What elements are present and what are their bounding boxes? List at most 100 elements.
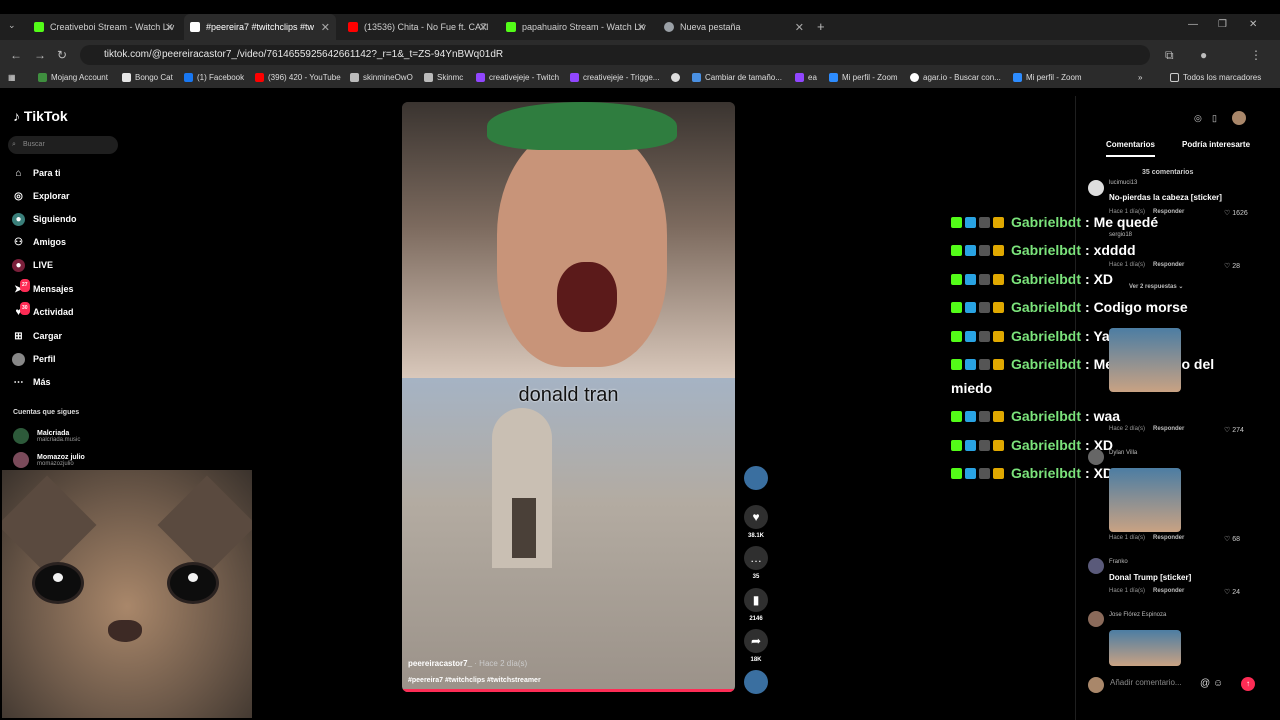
close-icon[interactable]: ✕ xyxy=(637,21,646,34)
reply-button[interactable]: Responder xyxy=(1153,262,1184,268)
comment-like[interactable]: ♡ 274 xyxy=(1224,426,1244,434)
comment-user[interactable]: Dylan Villa xyxy=(1109,450,1137,456)
bookmark-6[interactable]: creativejeje - Twitch xyxy=(476,73,559,82)
window-close-icon[interactable]: ✕ xyxy=(1249,19,1257,30)
comment-like[interactable]: ♡ 1626 xyxy=(1224,209,1248,217)
close-icon[interactable]: ✕ xyxy=(479,21,488,34)
new-tab-icon[interactable]: + xyxy=(817,19,825,34)
forward-icon[interactable]: → xyxy=(34,48,46,62)
gameplay xyxy=(402,378,735,692)
nav-perfil[interactable]: Perfil xyxy=(12,352,56,366)
nav-amigos[interactable]: ⚇ Amigos xyxy=(12,235,66,249)
bookmarks-overflow-icon[interactable]: » xyxy=(1138,73,1142,82)
nav-cargar[interactable]: ⊞ Cargar xyxy=(12,329,62,343)
send-button[interactable]: ↑ xyxy=(1241,677,1255,691)
view-replies[interactable]: Ver 2 respuestas ⌄ xyxy=(1129,283,1183,290)
all-bookmarks[interactable]: Todos los marcadores xyxy=(1170,73,1261,82)
twitch-icon xyxy=(476,73,485,82)
tab-label: Creativeboi Stream - Watch Liv xyxy=(50,22,175,32)
bookmark-10[interactable]: ea xyxy=(795,73,817,82)
minimize-icon[interactable]: — xyxy=(1188,19,1198,30)
tab-new[interactable]: Nueva pestaña ✕ xyxy=(658,14,810,40)
bookmark-icon xyxy=(692,73,701,82)
nav-mensajes[interactable]: ➤ 27 Mensajes xyxy=(12,278,74,296)
tab-creativeboi[interactable]: Creativeboi Stream - Watch Liv ✕ xyxy=(28,14,180,40)
bookmark-13[interactable]: Mi perfil - Zoom xyxy=(1013,73,1082,82)
follow-item[interactable]: Momazoz julio momazozjulio xyxy=(13,452,85,468)
share-button[interactable]: ➦ 18K xyxy=(744,629,768,663)
bookmark-11[interactable]: Mi perfil - Zoom xyxy=(829,73,898,82)
reload-icon[interactable]: ↻ xyxy=(57,48,67,62)
video-tags[interactable]: #peereira7 #twitchclips #twitchstreamer xyxy=(408,677,541,684)
tab-youtube[interactable]: (13536) Chita - No Fue ft. CA7I ✕ xyxy=(342,14,494,40)
all-bookmarks-label: Todos los marcadores xyxy=(1183,73,1262,82)
comment-button[interactable]: … 35 xyxy=(744,546,768,580)
bookmark-8[interactable] xyxy=(671,73,684,82)
maximize-icon[interactable]: ❐ xyxy=(1218,19,1227,30)
bookmark-0[interactable]: Mojang Account xyxy=(38,73,108,82)
comment-user[interactable]: Jose Flórez Espinoza xyxy=(1109,612,1166,618)
bookmark-9[interactable]: Cambiar de tamaño... xyxy=(692,73,782,82)
video-author[interactable]: peereiracastor7_ xyxy=(408,659,472,668)
bookmark-7[interactable]: creativejeje - Trigge... xyxy=(570,73,659,82)
comment-like[interactable]: ♡ 24 xyxy=(1224,588,1240,596)
compass-icon[interactable]: ◎ xyxy=(1194,113,1202,124)
back-icon[interactable]: ← xyxy=(10,48,22,62)
comment-user[interactable]: lucimuci13 xyxy=(1109,180,1137,186)
reply-button[interactable]: Responder xyxy=(1153,588,1184,594)
nav-siguiendo[interactable]: ● Siguiendo xyxy=(12,212,77,226)
badge-icon xyxy=(965,273,976,285)
close-icon[interactable]: ✕ xyxy=(321,21,330,34)
save-button[interactable]: ▮ 2146 xyxy=(744,588,768,622)
bookmark-label: Mi perfil - Zoom xyxy=(1026,73,1082,82)
nav-mas[interactable]: ⋯ Más xyxy=(12,375,51,389)
tab-tiktok[interactable]: #peereira7 #twitchclips #tw ✕ xyxy=(184,14,336,40)
nav-explorar[interactable]: ◎ Explorar xyxy=(12,189,69,203)
tab-search-icon[interactable]: ⌄ xyxy=(8,20,16,31)
mention-icon[interactable]: @ xyxy=(1200,678,1210,689)
bookmark-1[interactable]: Bongo Cat xyxy=(122,73,173,82)
phone-icon[interactable]: ▯ xyxy=(1212,113,1217,124)
video-player[interactable]: donald tran peereiracastor7_ · Hace 2 dí… xyxy=(402,102,735,692)
comment-user[interactable]: sergio18 xyxy=(1109,232,1132,238)
reply-button[interactable]: Responder xyxy=(1153,209,1184,215)
follow-item[interactable]: Malcriada malcriada.music xyxy=(13,428,80,444)
profile-icon[interactable]: ● xyxy=(1200,48,1207,62)
bookmark-2[interactable]: (1) Facebook xyxy=(184,73,244,82)
avatar[interactable] xyxy=(1088,611,1104,627)
bookmark-3[interactable]: (396) 420 - YouTube xyxy=(255,73,341,82)
avatar[interactable] xyxy=(1088,449,1104,465)
like-button[interactable]: ♥ 38.1K xyxy=(744,505,768,539)
menu-icon[interactable]: ⋮ xyxy=(1250,48,1262,62)
reply-button[interactable]: Responder xyxy=(1153,426,1184,432)
tab-comentarios[interactable]: Comentarios xyxy=(1106,140,1155,157)
nav-label: Mensajes xyxy=(33,284,74,294)
close-icon[interactable]: ✕ xyxy=(795,21,804,34)
tab-podria-interesarte[interactable]: Podría interesarte xyxy=(1182,140,1250,149)
nav-para-ti[interactable]: ⌂ Para ti xyxy=(12,166,60,180)
extensions-icon[interactable]: ⧉ xyxy=(1165,48,1174,63)
reply-button[interactable]: Responder xyxy=(1153,535,1184,541)
home-icon: ⌂ xyxy=(15,167,22,179)
search-input[interactable]: ⌕ Buscar xyxy=(8,136,118,154)
comment-like[interactable]: ♡ 68 xyxy=(1224,535,1240,543)
avatar[interactable] xyxy=(1088,180,1104,196)
music-disc[interactable] xyxy=(744,670,768,694)
nav-actividad[interactable]: ♥ 30 Actividad xyxy=(12,301,74,319)
tab-papahuairo[interactable]: papahuairo Stream - Watch Liv ✕ xyxy=(500,14,652,40)
comment-user[interactable]: Franko xyxy=(1109,559,1128,565)
bookmark-4[interactable]: skinmineOwO xyxy=(350,73,413,82)
apps-icon[interactable]: ▦ xyxy=(8,73,16,82)
bookmark-12[interactable]: agar.io - Buscar con... xyxy=(910,73,1001,82)
video-progress[interactable] xyxy=(402,689,735,692)
tiktok-logo[interactable]: ♪ TikTok xyxy=(13,108,68,124)
url-field[interactable]: tiktok.com/@peereiracastor7_/video/76146… xyxy=(80,45,1150,65)
emoji-icon[interactable]: ☺ xyxy=(1213,678,1223,689)
nav-live[interactable]: ● LIVE xyxy=(12,258,53,272)
comment-like[interactable]: ♡ 28 xyxy=(1224,262,1240,270)
bookmark-5[interactable]: Skinmc xyxy=(424,73,463,82)
avatar[interactable] xyxy=(1232,111,1246,125)
author-avatar[interactable] xyxy=(744,466,768,490)
close-icon[interactable]: ✕ xyxy=(165,21,174,34)
avatar[interactable] xyxy=(1088,558,1104,574)
